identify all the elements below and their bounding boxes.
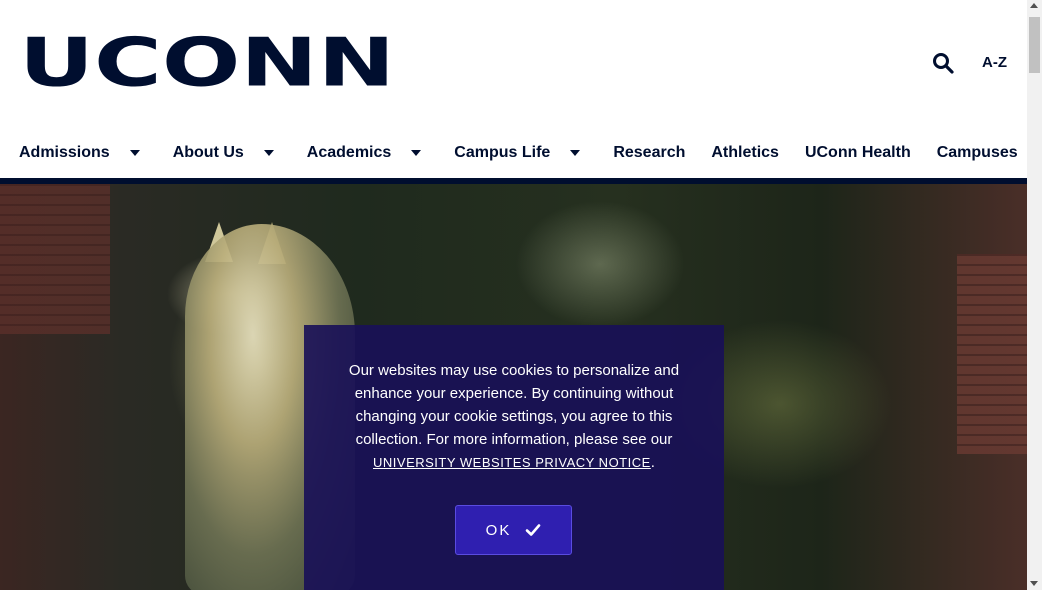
search-button[interactable] [932,50,958,76]
cookie-ok-button[interactable]: OK [455,505,572,555]
nav-item-label: UConn Health [804,144,911,161]
uconn-logo[interactable]: UCONN [19,29,395,96]
brick-wall-left [0,184,110,334]
nav-item-academics[interactable]: Academics [307,144,429,162]
dropdown-caret-icon[interactable] [570,150,581,156]
nav-item-campuses[interactable]: Campuses [937,144,1018,162]
nav-item-label: Campus Life [454,144,551,161]
scrollbar-thumb[interactable] [1029,17,1040,73]
nav-item-campus-life[interactable]: Campus Life [454,144,587,162]
scroll-down-arrow-icon[interactable] [1030,581,1038,586]
ok-button-label: OK [485,521,512,539]
cookie-consent-banner: Our websites may use cookies to personal… [304,325,724,590]
nav-item-research[interactable]: Research [613,144,685,162]
brick-wall-right [957,254,1027,454]
cookie-message-period: . [650,454,655,471]
nav-item-about-us[interactable]: About Us [173,144,281,162]
dropdown-caret-icon[interactable] [263,150,274,156]
dropdown-caret-icon[interactable] [129,150,140,156]
checkmark-icon [526,524,541,536]
scroll-up-arrow-icon[interactable] [1030,3,1038,8]
search-icon [933,53,954,74]
nav-item-admissions[interactable]: Admissions [19,144,147,162]
nav-item-athletics[interactable]: Athletics [711,144,779,162]
page: UCONN A-Z Admissions About Us Academics [0,0,1027,590]
cookie-message-text: Our websites may use cookies to personal… [348,362,680,448]
nav-item-label: Athletics [711,144,779,161]
nav-item-label: About Us [172,144,244,161]
privacy-notice-link[interactable]: UNIVERSITY WEBSITES PRIVACY NOTICE [373,455,651,470]
nav-item-label: Campuses [936,144,1018,161]
nav-item-label: Research [613,144,686,161]
site-header: UCONN A-Z Admissions About Us Academics [0,0,1027,178]
nav-item-label: Academics [306,144,392,161]
nav-item-uconn-health[interactable]: UConn Health [805,144,911,162]
nav-item-label: Admissions [19,144,110,161]
dropdown-caret-icon[interactable] [411,150,422,156]
main-nav: Admissions About Us Academics Campus Lif… [19,143,1027,163]
vertical-scrollbar[interactable] [1027,0,1042,590]
cookie-message: Our websites may use cookies to personal… [334,359,694,474]
a-z-index-link[interactable]: A-Z [982,54,1007,71]
